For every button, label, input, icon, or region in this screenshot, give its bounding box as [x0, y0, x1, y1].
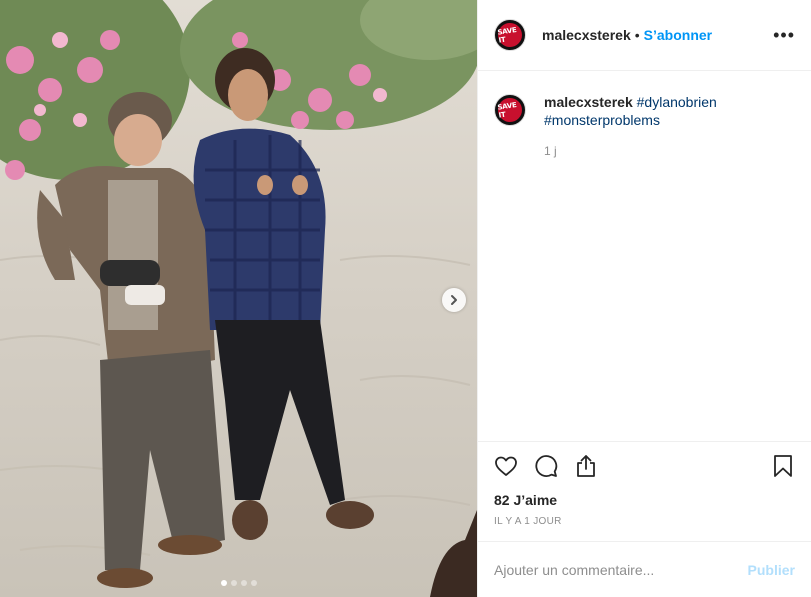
- chevron-right-icon: [451, 295, 457, 305]
- post-dialog: SAVE IT malecxsterek • S’abonner ••• SAV…: [0, 0, 811, 597]
- follow-button[interactable]: S’abonner: [644, 27, 712, 43]
- bookmark-icon[interactable]: [771, 454, 795, 478]
- comments-section: SAVE IT malecxsterek #dylanobrien #monst…: [478, 71, 811, 441]
- publish-button[interactable]: Publier: [748, 562, 795, 578]
- heart-icon[interactable]: [494, 454, 518, 478]
- carousel-dot: [220, 580, 227, 586]
- comment-input[interactable]: [494, 561, 748, 578]
- next-slide-button[interactable]: [442, 288, 466, 312]
- avatar-logo-text: SAVE IT: [497, 101, 517, 120]
- hashtag-link[interactable]: #monsterproblems: [544, 112, 660, 128]
- action-bar: [478, 441, 811, 490]
- post-media[interactable]: [0, 0, 477, 597]
- header-username[interactable]: malecxsterek: [542, 27, 631, 43]
- carousel-dot: [240, 580, 247, 586]
- share-icon[interactable]: [574, 454, 598, 478]
- avatar[interactable]: SAVE IT: [494, 94, 526, 126]
- comment-icon[interactable]: [534, 454, 558, 478]
- post-timestamp[interactable]: IL Y A 1 JOUR: [478, 516, 811, 527]
- post-photo: [0, 0, 477, 597]
- avatar-logo-text: SAVE IT: [497, 26, 517, 45]
- add-comment-bar: Publier: [478, 541, 811, 597]
- caption-timestamp[interactable]: 1 j: [544, 142, 717, 160]
- post-header: SAVE IT malecxsterek • S’abonner •••: [478, 0, 811, 71]
- caption-username[interactable]: malecxsterek: [544, 94, 633, 110]
- carousel-indicator: [0, 580, 477, 586]
- header-separator: •: [634, 27, 640, 43]
- carousel-dot: [250, 580, 257, 586]
- post-panel: SAVE IT malecxsterek • S’abonner ••• SAV…: [477, 0, 811, 597]
- save-it-logo: SAVE IT: [497, 23, 522, 47]
- save-it-logo: SAVE IT: [497, 98, 522, 122]
- hashtag-link[interactable]: #dylanobrien: [637, 94, 717, 110]
- caption: SAVE IT malecxsterek #dylanobrien #monst…: [494, 93, 795, 160]
- caption-text: malecxsterek #dylanobrien #monsterproble…: [544, 93, 717, 160]
- carousel-dot: [230, 580, 237, 586]
- avatar[interactable]: SAVE IT: [494, 19, 526, 51]
- more-options-icon[interactable]: •••: [773, 26, 795, 44]
- likes-count[interactable]: 82 J’aime: [478, 491, 811, 509]
